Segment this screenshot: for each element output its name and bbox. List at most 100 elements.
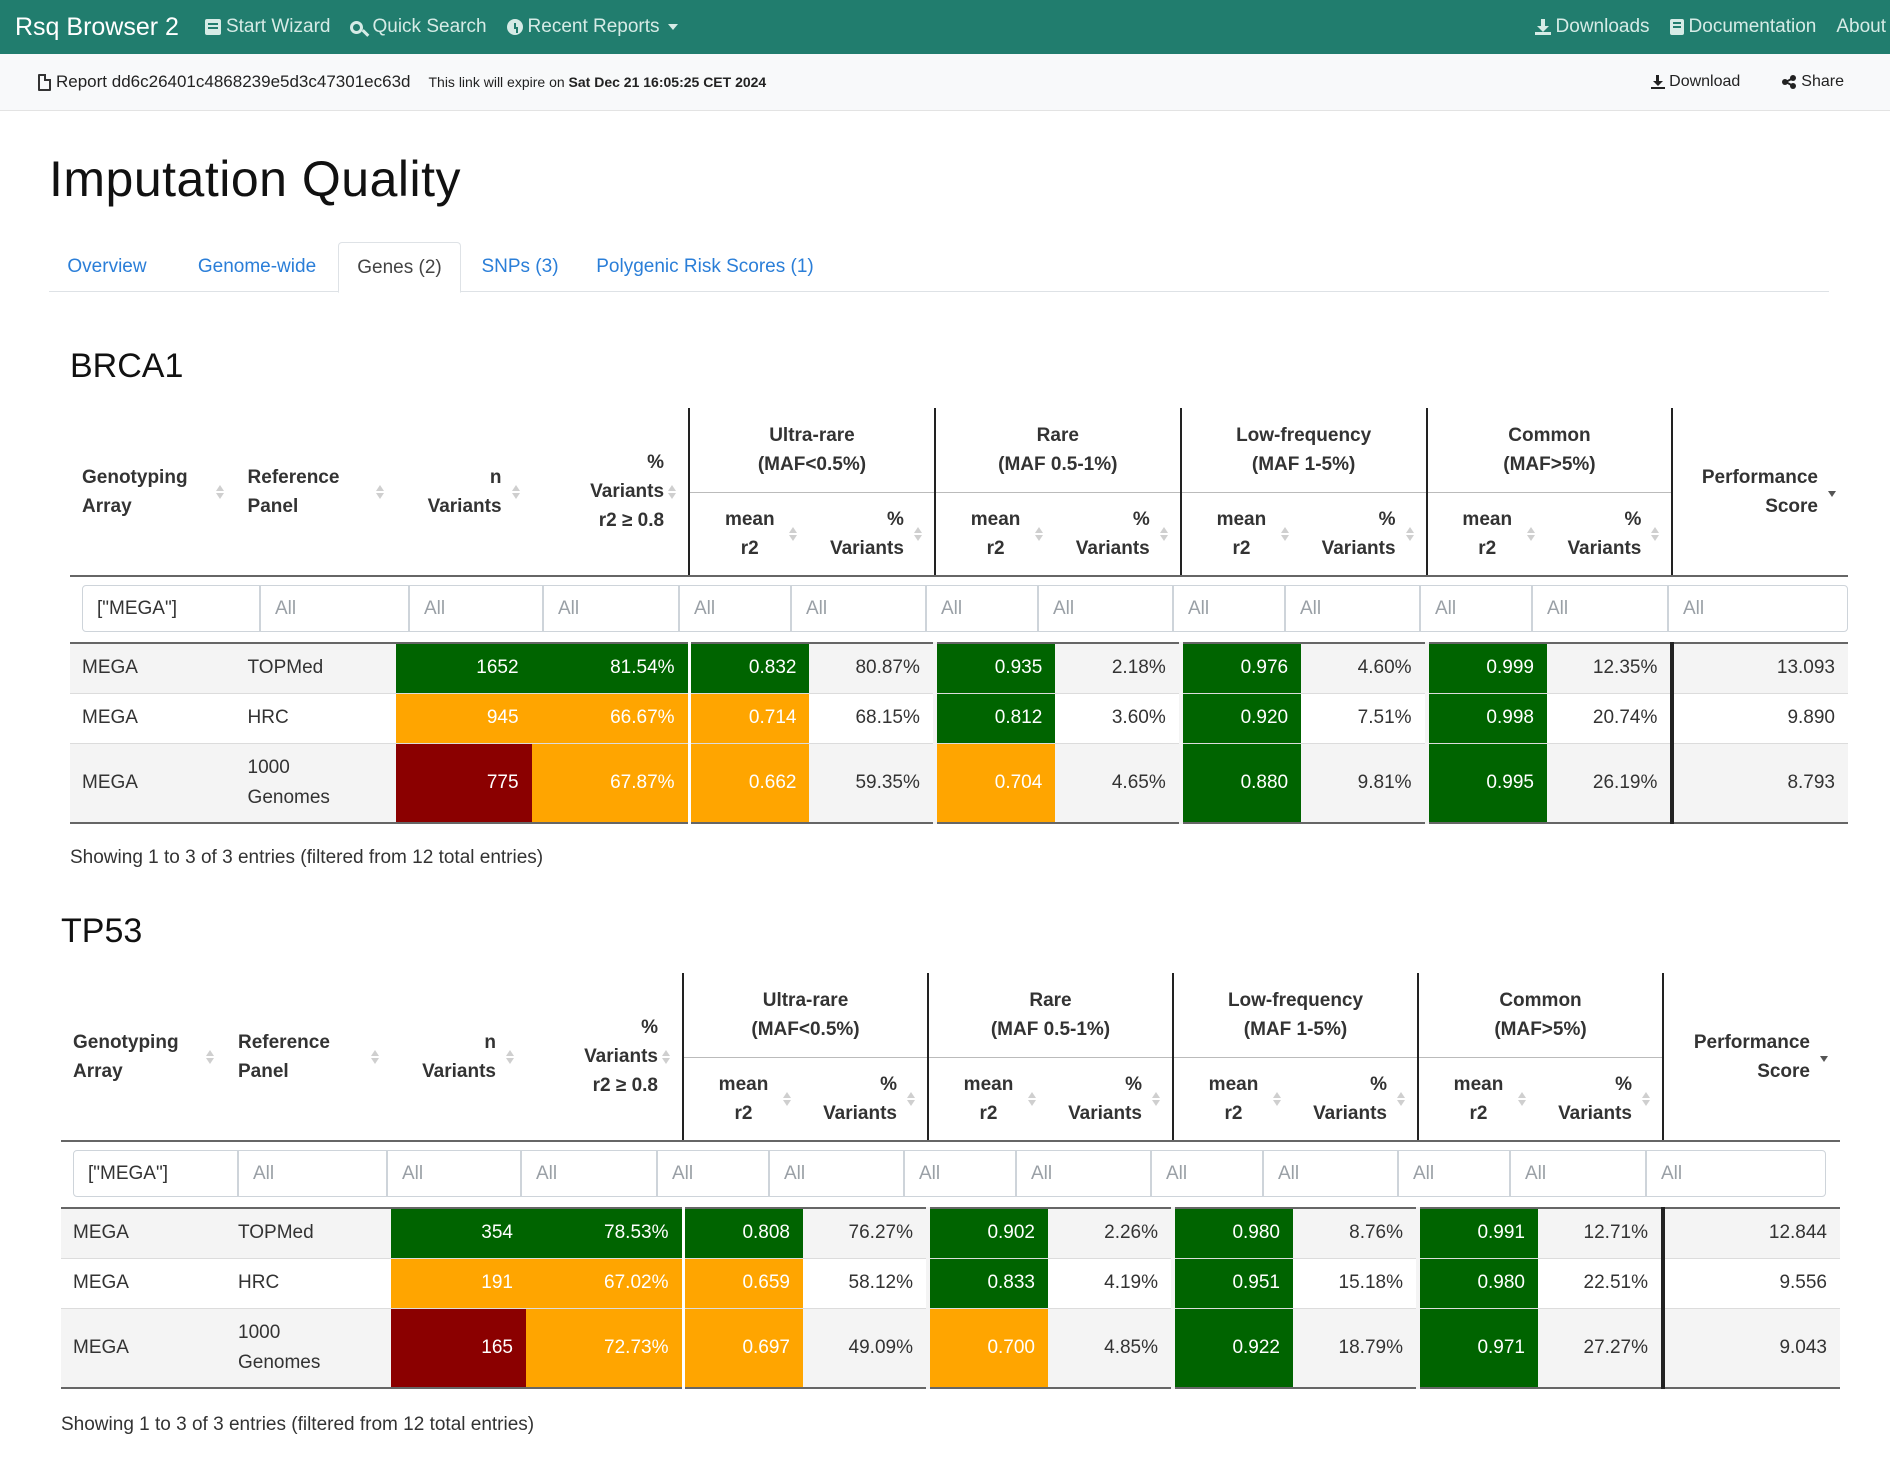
sort-icon[interactable]: [1651, 526, 1660, 541]
column-filter-input[interactable]: All: [543, 585, 679, 632]
mean-r2-header[interactable]: mean r2: [1417, 1057, 1538, 1142]
sort-icon[interactable]: [1397, 1091, 1405, 1106]
column-filter-input[interactable]: All: [1263, 1150, 1398, 1197]
table-row[interactable]: MEGA TOPMed 1652 81.54% 0.832 80.87% 0.935 2.18…: [70, 643, 1848, 694]
sort-icon[interactable]: [907, 1091, 915, 1106]
genotyping-array-header[interactable]: Genotyping Array: [61, 973, 226, 1142]
pct-variants-header[interactable]: % Variants: [803, 1057, 928, 1142]
nav-about[interactable]: About: [1836, 16, 1886, 38]
nav-quick-search[interactable]: Quick Search: [350, 16, 487, 38]
pct-variants-header[interactable]: % Variants: [1546, 492, 1673, 577]
file-icon: [38, 73, 51, 91]
nav-start-wizard[interactable]: Start Wizard: [204, 16, 330, 38]
sort-icon[interactable]: [1159, 526, 1168, 541]
sort-icon[interactable]: [1273, 1091, 1281, 1106]
download-icon: [1651, 75, 1666, 89]
n-variants-header[interactable]: n Variants: [391, 973, 526, 1142]
tab-overview[interactable]: Overview: [57, 242, 157, 292]
tab-snps[interactable]: SNPs (3): [470, 242, 570, 292]
tab-genes[interactable]: Genes (2): [338, 242, 461, 293]
mean-r2-header[interactable]: mean r2: [927, 1057, 1048, 1142]
pct-variants-header[interactable]: % Variants: [1293, 1057, 1418, 1142]
array-filter-select[interactable]: ["MEGA"]: [82, 585, 260, 632]
column-filter-input[interactable]: All: [521, 1150, 657, 1197]
column-filter-input[interactable]: All: [1038, 585, 1173, 632]
mean-r2-header[interactable]: mean r2: [933, 492, 1056, 577]
table-row[interactable]: MEGA 1000 Genomes 775 67.87% 0.662 59.35% 0.704…: [70, 743, 1848, 824]
column-filter-input[interactable]: All: [769, 1150, 904, 1197]
table-row[interactable]: MEGA 1000 Genomes 165 72.73% 0.697 49.09% 0.700…: [61, 1308, 1840, 1389]
column-filter-input[interactable]: All: [926, 585, 1038, 632]
column-filter-input[interactable]: All: [791, 585, 926, 632]
sort-icon[interactable]: [789, 526, 798, 541]
mean-r2-header[interactable]: mean r2: [688, 492, 810, 577]
sort-icon[interactable]: [913, 526, 922, 541]
sort-desc-icon[interactable]: [1828, 485, 1836, 499]
tab-polygenic-risk-scores[interactable]: Polygenic Risk Scores (1): [590, 242, 820, 292]
sort-icon[interactable]: [1152, 1091, 1160, 1106]
sort-icon[interactable]: [668, 484, 677, 499]
performance-score-header[interactable]: Performance Score: [1662, 973, 1840, 1142]
sort-icon[interactable]: [662, 1049, 670, 1064]
pct-variants-header[interactable]: % Variants: [1055, 492, 1181, 577]
nav-recent-reports[interactable]: Recent Reports: [506, 16, 678, 38]
table-row[interactable]: MEGA HRC 191 67.02% 0.659 58.12% 0.833 4.19% 0.9…: [61, 1258, 1840, 1309]
pct-variants-header[interactable]: % Variants: [1538, 1057, 1663, 1142]
download-button[interactable]: Download: [1651, 73, 1740, 91]
column-filter-input[interactable]: All: [387, 1150, 521, 1197]
reference-panel-header[interactable]: Reference Panel: [226, 973, 391, 1142]
column-filter-input[interactable]: All: [1398, 1150, 1510, 1197]
sort-icon[interactable]: [783, 1091, 791, 1106]
brand-link[interactable]: Rsq Browser 2: [15, 13, 179, 42]
mean-r2-header[interactable]: mean r2: [1179, 492, 1302, 577]
column-filter-input[interactable]: All: [409, 585, 543, 632]
sort-icon[interactable]: [511, 484, 520, 499]
column-filter-input[interactable]: All: [1016, 1150, 1151, 1197]
sort-icon[interactable]: [1518, 1091, 1526, 1106]
sort-icon[interactable]: [1028, 1091, 1036, 1106]
sort-icon[interactable]: [1642, 1091, 1650, 1106]
pct-variants-header[interactable]: % Variants: [1301, 492, 1427, 577]
sort-icon[interactable]: [376, 484, 385, 499]
pct-variants-header[interactable]: % Variants: [809, 492, 935, 577]
nav-documentation[interactable]: Documentation: [1669, 16, 1816, 38]
sort-icon[interactable]: [206, 1049, 214, 1064]
genotyping-array-header[interactable]: Genotyping Array: [70, 408, 236, 577]
column-filter-input[interactable]: All: [1173, 585, 1285, 632]
mean-r2-header[interactable]: mean r2: [1425, 492, 1547, 577]
sort-icon[interactable]: [1035, 526, 1044, 541]
performance-score-header[interactable]: Performance Score: [1671, 408, 1848, 577]
array-filter-select[interactable]: ["MEGA"]: [73, 1150, 238, 1197]
share-button[interactable]: Share: [1782, 73, 1844, 91]
column-filter-input[interactable]: All: [1285, 585, 1420, 632]
column-filter-input[interactable]: All: [1532, 585, 1668, 632]
column-filter-input[interactable]: All: [1151, 1150, 1263, 1197]
column-filter-input[interactable]: All: [1420, 585, 1532, 632]
sort-icon[interactable]: [215, 484, 224, 499]
mean-r2-header[interactable]: mean r2: [682, 1057, 803, 1142]
sort-icon[interactable]: [506, 1049, 514, 1064]
tab-genome-wide[interactable]: Genome-wide: [187, 242, 327, 292]
mean-r2-header[interactable]: mean r2: [1172, 1057, 1293, 1142]
n-variants-header[interactable]: n Variants: [396, 408, 532, 577]
nav-downloads[interactable]: Downloads: [1534, 16, 1650, 38]
pct-variants-r2-header[interactable]: % Variants r2 ≥ 0.8: [531, 408, 690, 577]
reference-panel-header[interactable]: Reference Panel: [235, 408, 397, 577]
sort-icon[interactable]: [1405, 526, 1414, 541]
pct-variants-r2-header[interactable]: % Variants r2 ≥ 0.8: [526, 973, 683, 1142]
column-filter-input[interactable]: All: [1510, 1150, 1646, 1197]
sort-icon[interactable]: [371, 1049, 379, 1064]
column-filter-input[interactable]: All: [679, 585, 791, 632]
column-filter-input[interactable]: All: [657, 1150, 769, 1197]
column-filter-input[interactable]: All: [904, 1150, 1016, 1197]
sort-desc-icon[interactable]: [1820, 1050, 1828, 1064]
column-filter-input[interactable]: All: [1668, 585, 1848, 632]
column-filter-input[interactable]: All: [1646, 1150, 1826, 1197]
pct-variants-header[interactable]: % Variants: [1048, 1057, 1173, 1142]
column-filter-input[interactable]: All: [260, 585, 409, 632]
column-filter-input[interactable]: All: [238, 1150, 387, 1197]
sort-icon[interactable]: [1281, 526, 1290, 541]
table-row[interactable]: MEGA HRC 945 66.67% 0.714 68.15% 0.812 3.60% 0.9…: [70, 693, 1848, 744]
sort-icon[interactable]: [1526, 526, 1535, 541]
table-row[interactable]: MEGA TOPMed 354 78.53% 0.808 76.27% 0.902 2.26%…: [61, 1208, 1840, 1259]
